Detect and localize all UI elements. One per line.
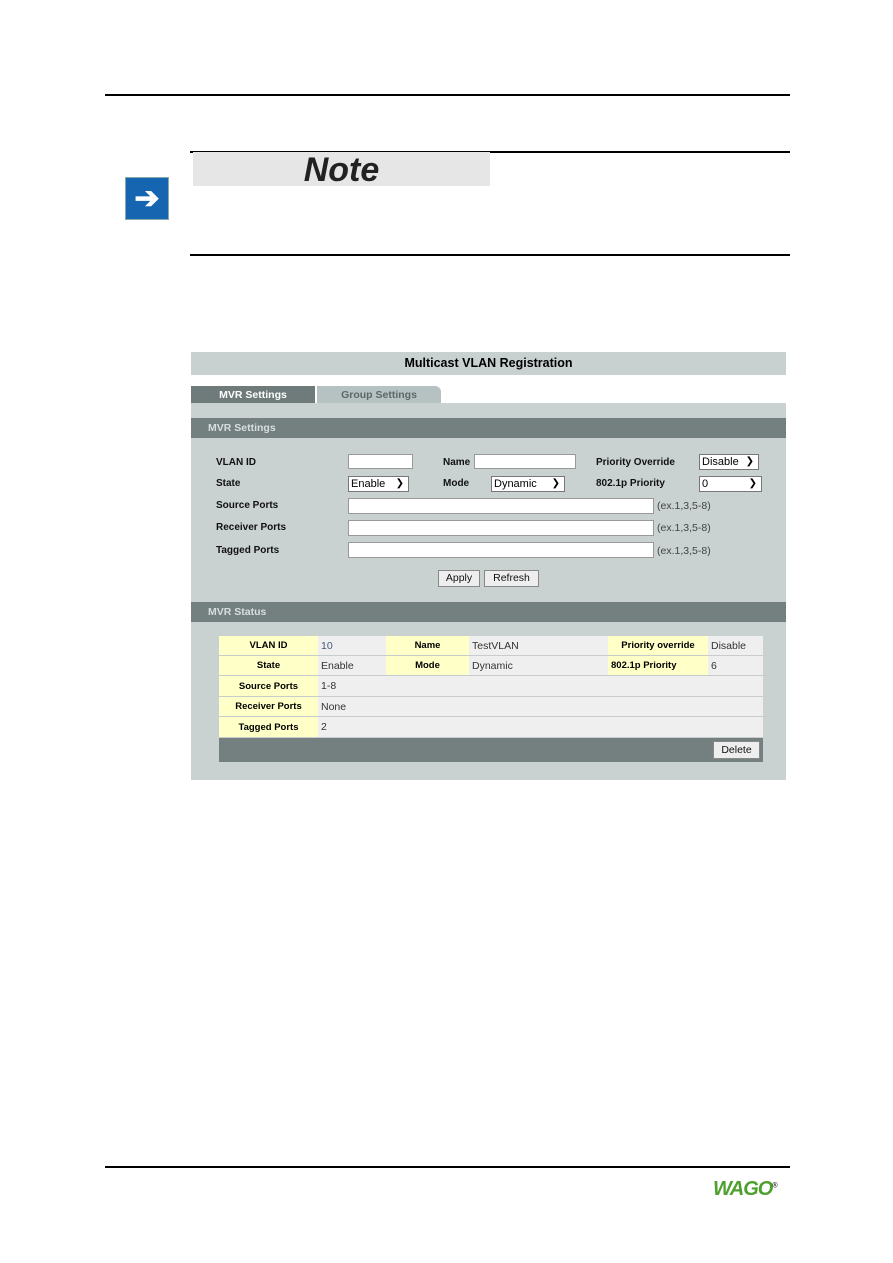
status-state-label: State bbox=[219, 656, 318, 676]
chevron-down-icon: ❯ bbox=[395, 478, 404, 489]
apply-button[interactable]: Apply bbox=[438, 570, 480, 587]
source-ports-label: Source Ports bbox=[216, 500, 279, 511]
state-select[interactable]: Enable ❯ bbox=[348, 476, 409, 492]
status-priority-override-label: Priority override bbox=[608, 636, 708, 656]
page-title: Multicast VLAN Registration bbox=[191, 352, 786, 375]
status-vlan-id: 10 bbox=[318, 636, 386, 656]
footer-rule bbox=[105, 1166, 790, 1168]
tagged-ports-label: Tagged Ports bbox=[216, 545, 280, 556]
state-value: Enable bbox=[351, 478, 386, 490]
arrow-right-icon: ➔ bbox=[125, 177, 169, 220]
mode-value: Dynamic bbox=[494, 478, 537, 490]
status-state: Enable bbox=[318, 656, 386, 676]
mode-label: Mode bbox=[443, 478, 470, 489]
priority-select[interactable]: 0 ❯ bbox=[699, 476, 762, 492]
name-label: Name bbox=[443, 457, 471, 468]
receiver-ports-label: Receiver Ports bbox=[216, 522, 287, 533]
status-priority-override: Disable bbox=[708, 636, 763, 656]
tab-group-settings[interactable]: Group Settings bbox=[317, 386, 441, 403]
chevron-down-icon: ❯ bbox=[748, 478, 757, 489]
tagged-ports-input[interactable] bbox=[348, 542, 654, 558]
mvr-settings-header: MVR Settings bbox=[191, 418, 786, 438]
priority-override-value: Disable bbox=[702, 456, 739, 468]
status-name-label: Name bbox=[386, 636, 469, 656]
tab-mvr-settings[interactable]: MVR Settings bbox=[191, 386, 315, 403]
status-receiver: None bbox=[318, 697, 763, 717]
status-priority-label: 802.1p Priority bbox=[608, 656, 708, 676]
delete-button[interactable]: Delete bbox=[713, 741, 760, 759]
table-footer: Delete bbox=[219, 738, 763, 762]
status-receiver-label: Receiver Ports bbox=[219, 697, 318, 717]
name-input[interactable] bbox=[474, 454, 576, 469]
status-vlan-id-label: VLAN ID bbox=[219, 636, 318, 656]
refresh-button[interactable]: Refresh bbox=[484, 570, 539, 587]
receiver-ports-hint: (ex.1,3,5-8) bbox=[657, 522, 711, 534]
mvr-status-header: MVR Status bbox=[191, 602, 786, 622]
vlan-id-input[interactable] bbox=[348, 454, 413, 469]
priority-override-label: Priority Override bbox=[596, 457, 675, 468]
note-title: Note bbox=[193, 152, 490, 188]
chevron-down-icon: ❯ bbox=[551, 478, 560, 489]
status-name: TestVLAN bbox=[469, 636, 608, 656]
vlan-id-label: VLAN ID bbox=[216, 457, 256, 468]
state-label: State bbox=[216, 478, 241, 489]
document-page: ➔ Note Multicast VLAN Registration MVR S… bbox=[0, 0, 893, 1263]
priority-label: 802.1p Priority bbox=[596, 478, 665, 489]
source-ports-input[interactable] bbox=[348, 498, 654, 514]
priority-override-select[interactable]: Disable ❯ bbox=[699, 454, 759, 470]
status-priority: 6 bbox=[708, 656, 763, 676]
tagged-ports-hint: (ex.1,3,5-8) bbox=[657, 545, 711, 557]
wago-logo: WAGO® bbox=[713, 1178, 778, 1200]
note-bottom-rule bbox=[190, 254, 790, 256]
status-mode-label: Mode bbox=[386, 656, 469, 676]
chevron-down-icon: ❯ bbox=[745, 456, 754, 467]
source-ports-hint: (ex.1,3,5-8) bbox=[657, 500, 711, 512]
mode-select[interactable]: Dynamic ❯ bbox=[491, 476, 565, 492]
receiver-ports-input[interactable] bbox=[348, 520, 654, 536]
status-source: 1-8 bbox=[318, 676, 763, 697]
status-tagged-label: Tagged Ports bbox=[219, 717, 318, 738]
header-rule bbox=[105, 94, 790, 96]
status-tagged: 2 bbox=[318, 717, 763, 738]
mvr-screenshot: Multicast VLAN Registration MVR Settings… bbox=[191, 352, 786, 780]
status-mode: Dynamic bbox=[469, 656, 608, 676]
priority-value: 0 bbox=[702, 478, 709, 490]
status-source-label: Source Ports bbox=[219, 676, 318, 697]
